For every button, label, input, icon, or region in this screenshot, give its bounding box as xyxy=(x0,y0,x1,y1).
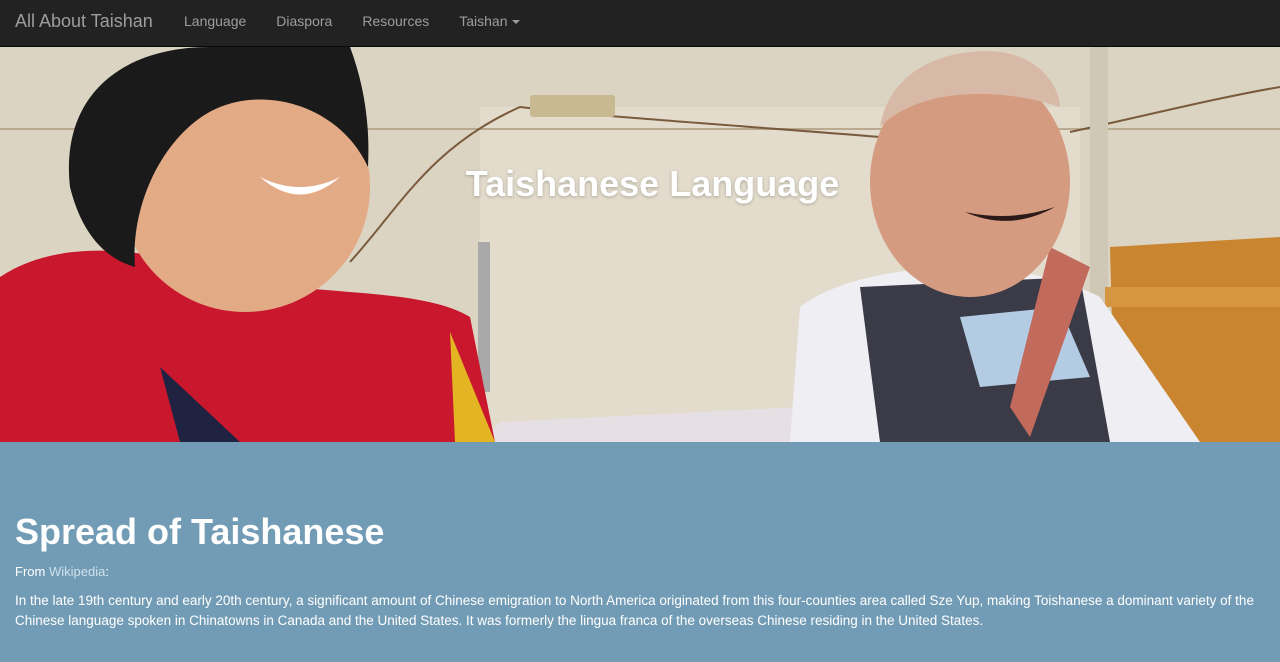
source-suffix: : xyxy=(105,564,109,579)
nav-item-language: Language xyxy=(169,0,261,42)
hero-banner: Taishanese Language xyxy=(0,47,1280,442)
hero-title: Taishanese Language xyxy=(465,163,840,204)
brand-link[interactable]: All About Taishan xyxy=(15,0,153,42)
nav-dropdown-taishan[interactable]: Taishan xyxy=(444,0,534,42)
nav-item-taishan: Taishan xyxy=(444,0,534,42)
source-line: From Wikipedia: xyxy=(15,563,109,581)
nav-link-language[interactable]: Language xyxy=(169,0,261,42)
nav-menu: Language Diaspora Resources Taishan xyxy=(169,0,535,42)
caret-down-icon xyxy=(511,20,520,25)
hero-photo xyxy=(0,47,1280,442)
nav-dropdown-label: Taishan xyxy=(459,13,508,29)
source-prefix: From xyxy=(15,564,49,579)
nav-item-resources: Resources xyxy=(347,0,444,42)
section-paragraph: In the late 19th century and early 20th … xyxy=(15,593,1254,628)
nav-link-resources[interactable]: Resources xyxy=(347,0,444,42)
nav-link-diaspora[interactable]: Diaspora xyxy=(261,0,347,42)
top-navbar: All About Taishan Language Diaspora Reso… xyxy=(0,0,1280,47)
section-heading: Spread of Taishanese xyxy=(15,511,385,552)
wikipedia-link[interactable]: Wikipedia xyxy=(49,564,105,579)
spread-section: Spread of Taishanese From Wikipedia: In … xyxy=(0,442,1280,662)
nav-item-diaspora: Diaspora xyxy=(261,0,347,42)
